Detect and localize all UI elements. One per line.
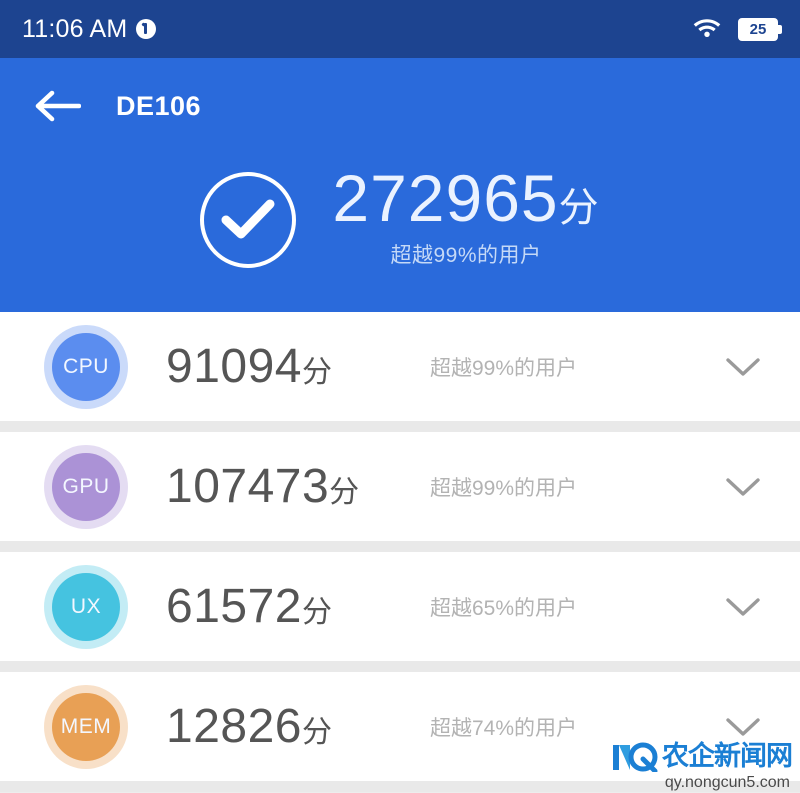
cpu-score-unit: 分 xyxy=(301,356,333,389)
status-bar-right: 25 xyxy=(692,15,782,43)
result-row-mem[interactable]: MEM 12826分 超越74%的用户 xyxy=(0,672,800,781)
total-score-subtitle: 超越99%的用户 xyxy=(390,244,542,268)
ux-badge-icon: UX xyxy=(44,564,128,649)
phone-screen: 11:06 AM 25 DE106 272965分 超越99%的用户 CPU 9… xyxy=(0,0,800,793)
cpu-badge-label: CPU xyxy=(63,355,109,378)
status-bar-left: 11:06 AM xyxy=(22,14,157,43)
status-bar: 11:06 AM 25 xyxy=(0,0,800,58)
mem-badge-icon: MEM xyxy=(44,684,128,769)
page-title: DE106 xyxy=(116,90,202,121)
battery-level-label: 25 xyxy=(749,20,767,38)
gpu-badge-core: GPU xyxy=(52,452,120,521)
result-row-ux[interactable]: UX 61572分 超越65%的用户 xyxy=(0,552,800,661)
total-score-number: 272965 xyxy=(332,161,559,235)
gpu-badge-icon: GPU xyxy=(44,444,128,529)
list-divider xyxy=(0,421,800,432)
clock: 11:06 AM xyxy=(22,14,128,43)
cpu-subtitle: 超越99%的用户 xyxy=(430,356,578,380)
gpu-score: 107473分 xyxy=(166,459,408,514)
ux-badge-core: UX xyxy=(52,572,120,641)
ux-score-number: 61572 xyxy=(166,580,302,633)
cpu-badge-core: CPU xyxy=(52,332,120,401)
ux-score: 61572分 xyxy=(166,579,408,634)
chevron-down-icon[interactable] xyxy=(720,344,766,390)
gpu-score-number: 107473 xyxy=(166,460,330,513)
mem-score-unit: 分 xyxy=(301,716,333,749)
result-row-gpu[interactable]: GPU 107473分 超越99%的用户 xyxy=(0,432,800,541)
wifi-icon xyxy=(692,15,722,43)
cpu-score-number: 91094 xyxy=(166,340,302,393)
mem-subtitle: 超越74%的用户 xyxy=(430,716,578,740)
check-circle-icon xyxy=(200,172,297,268)
info-badge-icon xyxy=(136,19,157,39)
chevron-down-icon[interactable] xyxy=(720,704,766,750)
ux-subtitle: 超越65%的用户 xyxy=(430,596,578,620)
gpu-badge-label: GPU xyxy=(62,475,110,498)
result-list: CPU 91094分 超越99%的用户 GPU 107473分 超越99%的用户 xyxy=(0,312,800,792)
battery-indicator: 25 xyxy=(738,17,782,41)
chevron-down-icon[interactable] xyxy=(720,584,766,630)
total-score-unit: 分 xyxy=(558,186,600,230)
cpu-score: 91094分 xyxy=(166,339,408,394)
cpu-badge-icon: CPU xyxy=(44,324,128,409)
mem-badge-label: MEM xyxy=(60,715,112,738)
gpu-score-unit: 分 xyxy=(329,476,360,509)
back-button[interactable] xyxy=(32,80,84,132)
chevron-down-icon[interactable] xyxy=(720,464,766,510)
mem-score-number: 12826 xyxy=(166,700,302,753)
total-score-block: 272965分 超越99%的用户 xyxy=(0,154,800,312)
list-divider xyxy=(0,541,800,552)
mem-score: 12826分 xyxy=(166,699,408,754)
summary-header: DE106 272965分 超越99%的用户 xyxy=(0,58,800,312)
total-score-texts: 272965分 超越99%的用户 xyxy=(332,161,600,269)
total-score-value: 272965分 xyxy=(332,161,600,235)
list-divider xyxy=(0,781,800,792)
app-bar: DE106 xyxy=(0,58,800,154)
ux-badge-label: UX xyxy=(70,595,102,618)
ux-score-unit: 分 xyxy=(301,596,333,629)
result-row-cpu[interactable]: CPU 91094分 超越99%的用户 xyxy=(0,312,800,421)
gpu-subtitle: 超越99%的用户 xyxy=(430,476,578,500)
mem-badge-core: MEM xyxy=(52,692,120,761)
list-divider xyxy=(0,661,800,672)
